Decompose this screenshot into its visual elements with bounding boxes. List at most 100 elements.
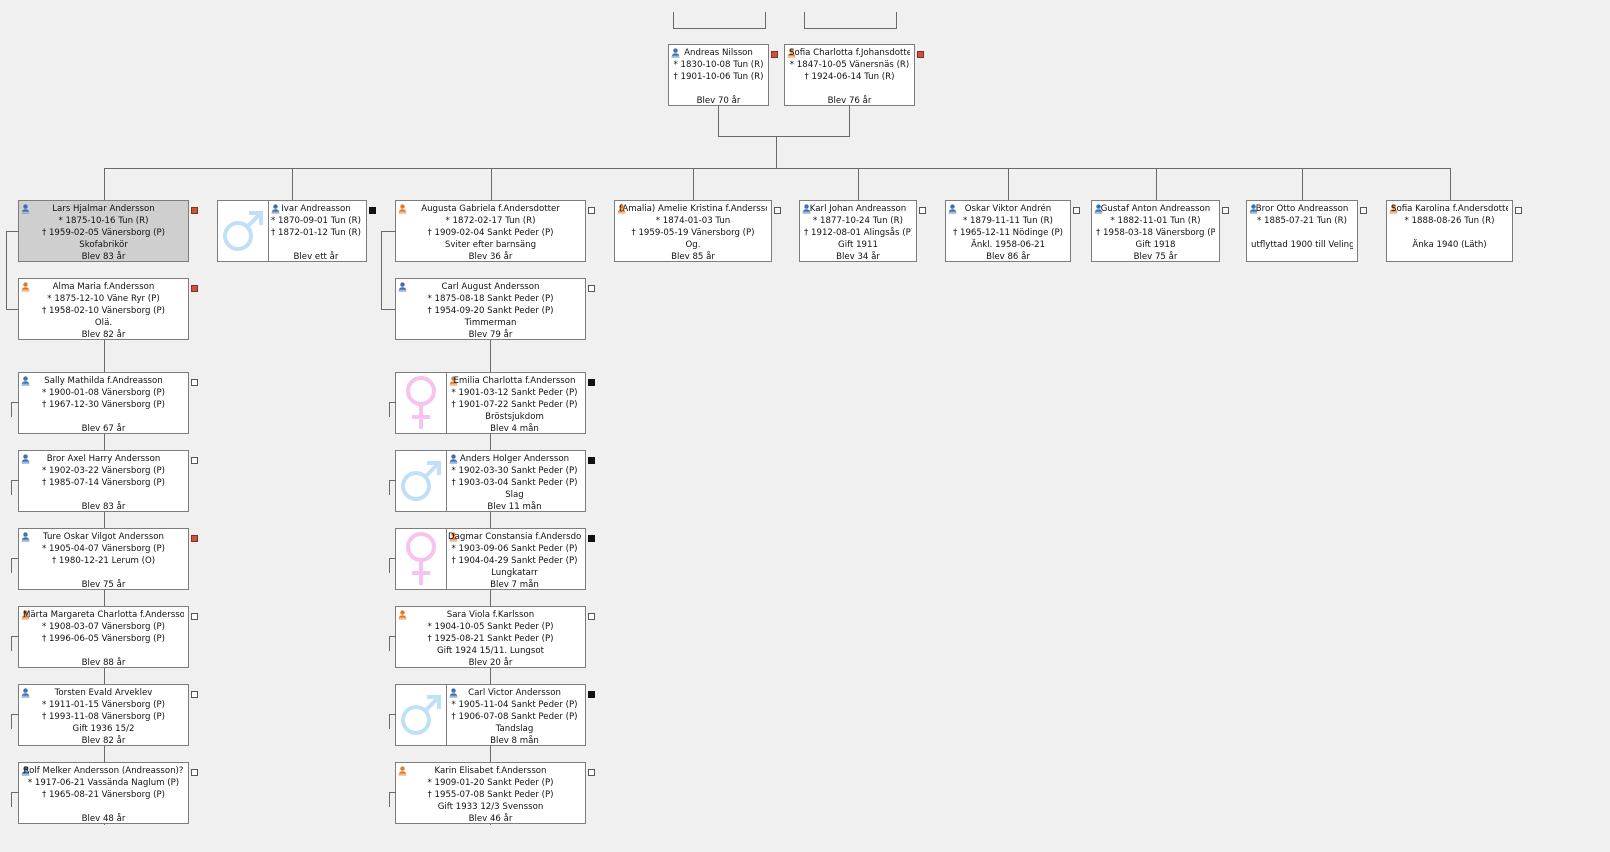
death-line: † 1958-03-18 Vänersborg (P) xyxy=(1096,228,1215,238)
note-line: utflyttad 1900 till Velinga xyxy=(1251,240,1353,250)
note-line: Slag xyxy=(505,490,524,500)
child-card[interactable]: Sofia Karolina f.Andersdotter * 1888-08-2… xyxy=(1386,200,1522,263)
person-name: Ivar Andreasson xyxy=(281,204,351,214)
note-line: Olä. xyxy=(94,318,113,328)
black-flag-marker[interactable] xyxy=(588,691,595,698)
grandchild-card[interactable]: Emilia Charlotta f.Andersson * 1901-03-12… xyxy=(395,372,595,434)
connector-line xyxy=(389,558,390,573)
death-line: † 1872-01-12 Tun (R) xyxy=(271,228,361,238)
birth-line: * 1830-10-08 Tun (R) xyxy=(673,60,764,70)
person-name: Karl Johan Andreasson xyxy=(809,204,907,214)
connector-line xyxy=(673,28,766,29)
grandchild-card[interactable]: Bror Axel Harry Andersson * 1902-03-22 Vä… xyxy=(18,450,198,512)
red-flag-marker[interactable] xyxy=(771,51,778,58)
black-flag-marker[interactable] xyxy=(369,207,376,214)
note-line: Gift 1924 15/11. Lungsot xyxy=(437,646,544,656)
child-card[interactable]: Ivar Andreasson * 1870-09-01 Tun (R) † 187… xyxy=(217,200,376,262)
black-flag-marker[interactable] xyxy=(588,535,595,542)
age-line: Blev 83 år xyxy=(81,502,126,512)
empty-marker[interactable] xyxy=(191,613,198,620)
grandchild-card[interactable]: Carl Victor Andersson * 1905-11-04 Sankt … xyxy=(395,684,595,746)
age-line: Blev 34 år xyxy=(836,252,880,262)
child-card[interactable]: (Amalia) Amelie Kristina f.Andersson * 18… xyxy=(614,200,781,262)
empty-marker[interactable] xyxy=(1360,207,1367,214)
age-line: Blev 20 år xyxy=(468,658,513,668)
death-line: † 1955-07-08 Sankt Peder (P) xyxy=(427,790,554,800)
female-symbol-icon xyxy=(406,532,436,585)
birth-line: * 1909-01-20 Sankt Peder (P) xyxy=(427,778,554,788)
birth-line: * 1882-11-01 Tun (R) xyxy=(1110,216,1201,226)
grandchild-card[interactable]: Ture Oskar Vilgot Andersson * 1905-04-07 … xyxy=(18,528,198,590)
black-flag-marker[interactable] xyxy=(588,379,595,386)
note-line: Gift 1918 xyxy=(1135,240,1176,250)
connector-line xyxy=(11,558,19,559)
birth-line: * 1870-09-01 Tun (R) xyxy=(271,216,361,226)
parent-card[interactable]: Sofia Charlotta f.Johansdotter * 1847-10-… xyxy=(784,44,924,106)
red-flag-marker[interactable] xyxy=(917,51,924,58)
connector-line xyxy=(849,106,850,137)
grandchild-card[interactable]: Dagmar Constansia f.Andersdotter * 1903-0… xyxy=(395,528,595,590)
note-line xyxy=(270,239,362,251)
child-card[interactable]: Augusta Gabriela f.Andersdotter * 1872-02… xyxy=(395,200,595,262)
age-line: Blev 75 år xyxy=(1133,252,1178,262)
person-name: Sara Viola f.Karlsson xyxy=(446,610,535,620)
grandchild-card[interactable]: Rolf Melker Andersson (Andreasson)? * 191… xyxy=(18,762,198,824)
empty-marker[interactable] xyxy=(774,207,781,214)
age-line: Blev 11 mån xyxy=(487,502,542,512)
male-symbol-icon xyxy=(401,461,441,501)
empty-marker[interactable] xyxy=(588,613,595,620)
connector-line xyxy=(11,714,12,729)
empty-marker[interactable] xyxy=(1222,207,1229,214)
age-line: Blev 88 år xyxy=(81,658,126,668)
child-card[interactable]: Oskar Viktor Andrén * 1879-11-11 Tun (R) †… xyxy=(945,200,1080,262)
empty-marker[interactable] xyxy=(1515,207,1522,214)
connector-line xyxy=(389,636,390,651)
spouse-card[interactable]: Carl August Andersson * 1875-08-18 Sankt … xyxy=(395,278,595,340)
birth-line: * 1908-03-07 Vänersborg (P) xyxy=(41,622,166,632)
empty-marker[interactable] xyxy=(588,207,595,214)
person-name: Bror Otto Andreasson xyxy=(1255,204,1349,214)
connector-line xyxy=(6,231,7,310)
grandchild-card[interactable]: Sara Viola f.Karlsson * 1904-10-05 Sankt … xyxy=(395,606,595,668)
death-line: † 1901-07-22 Sankt Peder (P) xyxy=(451,400,578,410)
birth-line: * 1847-10-05 Vänersnäs (R) xyxy=(789,60,910,70)
empty-marker[interactable] xyxy=(588,285,595,292)
death-line: † 1980-12-21 Lerum (O) xyxy=(51,556,156,566)
red-flag-marker[interactable] xyxy=(191,535,198,542)
birth-line: * 1885-07-21 Tun (R) xyxy=(1257,216,1347,226)
black-flag-marker[interactable] xyxy=(588,457,595,464)
red-flag-marker[interactable] xyxy=(191,285,198,292)
grandchild-card[interactable]: Anders Holger Andersson * 1902-03-30 Sank… xyxy=(395,450,595,512)
grandchild-card[interactable]: Märta Margareta Charlotta f.Andersson * 1… xyxy=(18,606,198,668)
empty-marker[interactable] xyxy=(588,769,595,776)
parent-card[interactable]: Andreas Nilsson * 1830-10-08 Tun (R) † 190… xyxy=(668,44,778,106)
connector-line xyxy=(896,12,897,29)
birth-line: * 1875-10-16 Tun (R) xyxy=(58,216,149,226)
person-name: Märta Margareta Charlotta f.Andersson xyxy=(23,610,184,620)
grandchild-card[interactable]: Torsten Evald Arveklev * 1911-01-15 Väner… xyxy=(18,684,198,746)
child-card[interactable]: Bror Otto Andreasson * 1885-07-21 Tun (R)… xyxy=(1246,200,1367,262)
child-card[interactable]: Karl Johan Andreasson * 1877-10-24 Tun (R… xyxy=(799,200,926,262)
empty-marker[interactable] xyxy=(191,379,198,386)
grandchild-card[interactable]: Karin Elisabet f.Andersson * 1909-01-20 S… xyxy=(395,762,595,824)
note-line xyxy=(673,83,764,95)
empty-marker[interactable] xyxy=(1073,207,1080,214)
red-flag-marker[interactable] xyxy=(191,207,198,214)
age-line: Blev 86 år xyxy=(986,252,1030,262)
age-line: Blev 4 mån xyxy=(490,424,539,434)
empty-marker[interactable] xyxy=(919,207,926,214)
empty-marker[interactable] xyxy=(191,691,198,698)
connector-line xyxy=(389,480,396,481)
empty-marker[interactable] xyxy=(191,769,198,776)
connector-line xyxy=(11,714,19,715)
note-line: Änkl. 1958-06-21 xyxy=(970,240,1046,250)
connector-line xyxy=(389,714,390,729)
death-line: † 1958-02-10 Vänersborg (P) xyxy=(41,306,166,316)
age-line xyxy=(1391,251,1508,263)
empty-marker[interactable] xyxy=(191,457,198,464)
child-card[interactable]: Lars Hjalmar Andersson * 1875-10-16 Tun (… xyxy=(18,200,198,262)
child-card[interactable]: Gustaf Anton Andreasson * 1882-11-01 Tun … xyxy=(1091,200,1229,262)
connector-line xyxy=(776,136,777,169)
grandchild-card[interactable]: Sally Mathilda f.Andreasson * 1900-01-08 … xyxy=(18,372,198,434)
spouse-card[interactable]: Alma Maria f.Andersson * 1875-12-10 Väne … xyxy=(18,278,198,340)
